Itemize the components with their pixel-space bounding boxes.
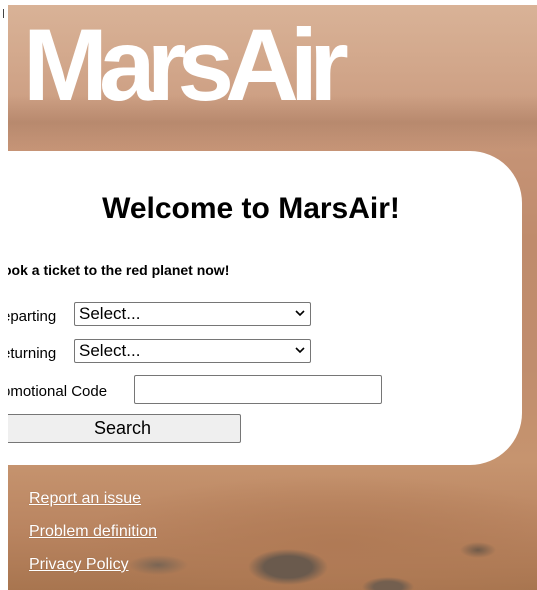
promo-code-input[interactable] xyxy=(134,375,382,404)
departing-label: eparting xyxy=(8,308,57,325)
search-button[interactable]: Search xyxy=(8,414,241,443)
promo-code-label: omotional Code xyxy=(8,383,108,400)
returning-select[interactable]: Select... xyxy=(74,339,311,363)
privacy-policy-link[interactable]: Privacy Policy xyxy=(29,556,129,574)
returning-select-value: Select... xyxy=(79,341,141,360)
window-left-edge xyxy=(0,0,8,590)
departing-select-value: Select... xyxy=(79,304,141,323)
problem-definition-link[interactable]: Problem definition xyxy=(29,523,157,541)
chevron-down-icon xyxy=(295,347,305,354)
mars-background: MarsAir Welcome to MarsAir! ook a ticket… xyxy=(8,5,537,590)
returning-label: eturning xyxy=(8,345,57,362)
marsair-logo[interactable]: MarsAir xyxy=(23,14,349,116)
welcome-heading: Welcome to MarsAir! xyxy=(102,192,400,225)
departing-select[interactable]: Select... xyxy=(74,302,311,326)
booking-panel: Welcome to MarsAir! ook a ticket to the … xyxy=(8,151,522,465)
welcome-subtitle: ook a ticket to the red planet now! xyxy=(8,262,230,278)
cursor-mark xyxy=(3,9,4,18)
report-issue-link[interactable]: Report an issue xyxy=(29,490,141,508)
chevron-down-icon xyxy=(295,310,305,317)
